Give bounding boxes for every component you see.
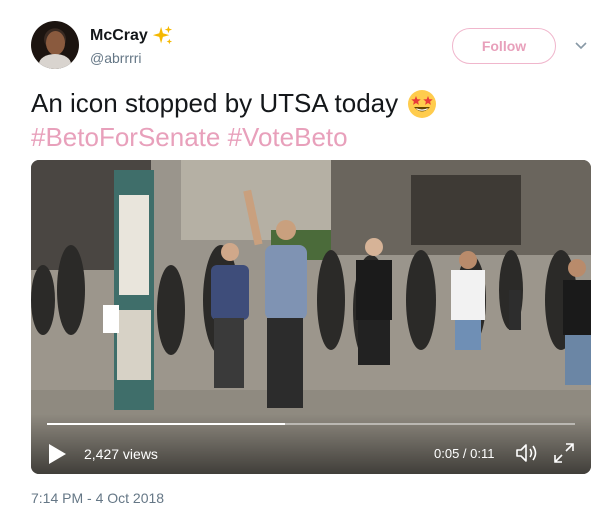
star-struck-emoji-icon (408, 89, 437, 118)
author-display-name[interactable]: McCray (90, 27, 148, 45)
chevron-down-icon[interactable] (573, 38, 589, 54)
hashtag-link[interactable]: #BetoForSenate (31, 122, 220, 152)
avatar-face (46, 31, 65, 55)
video-progress-fill (47, 423, 285, 425)
fullscreen-icon[interactable] (553, 442, 575, 464)
tweet-text-content: An icon stopped by UTSA today (31, 88, 399, 118)
video-progress-bar[interactable] (47, 423, 575, 425)
video-time: 0:05 / 0:11 (434, 446, 495, 461)
video-player[interactable]: 2,427 views 0:05 / 0:11 (31, 160, 591, 474)
avatar-shoulders (39, 54, 71, 69)
volume-icon[interactable] (515, 442, 539, 464)
avatar[interactable] (31, 21, 79, 69)
tweet-timestamp[interactable]: 7:14 PM - 4 Oct 2018 (31, 490, 164, 506)
hashtag-link[interactable]: #VoteBeto (228, 122, 348, 152)
view-count: 2,427 views (84, 446, 158, 462)
tweet-text: An icon stopped by UTSA today (31, 87, 438, 120)
follow-button[interactable]: Follow (452, 28, 556, 64)
sparkles-icon (152, 25, 172, 45)
author-name-row[interactable]: McCray (90, 25, 173, 47)
play-icon[interactable] (47, 443, 67, 465)
hashtags: #BetoForSenate #VoteBeto (31, 121, 348, 154)
author-handle[interactable]: @abrrrri (90, 50, 142, 66)
